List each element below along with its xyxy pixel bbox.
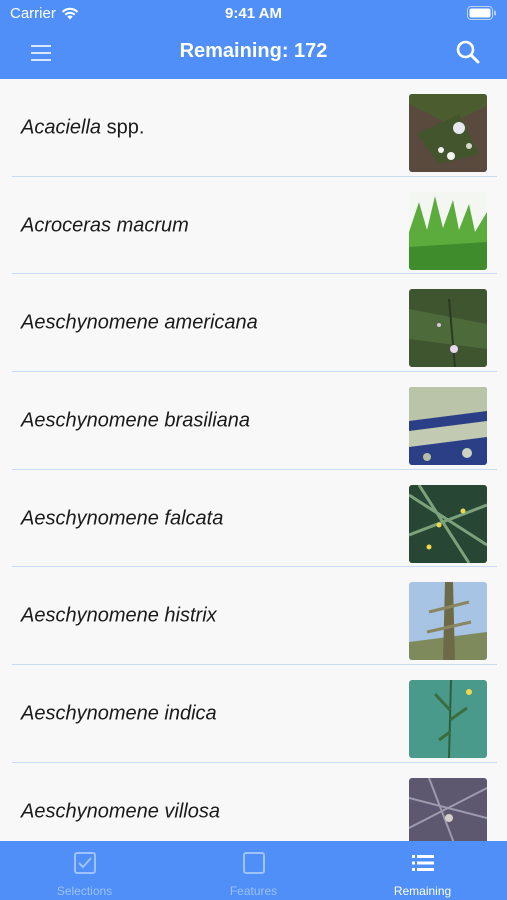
status-bar: Carrier 9:41 AM	[0, 0, 507, 28]
tab-remaining[interactable]: Remaining	[338, 841, 507, 900]
species-list: Acaciella spp. Acroceras macrum Aeschyno…	[0, 79, 507, 841]
list-item[interactable]: Acaciella spp.	[0, 79, 507, 177]
species-thumbnail	[409, 191, 487, 270]
tab-label: Remaining	[393, 884, 452, 898]
species-name: Aeschynomene villosa	[21, 800, 220, 823]
species-name: Aeschynomene histrix	[21, 604, 217, 627]
species-thumbnail	[409, 680, 487, 759]
list-item[interactable]: Aeschynomene americana	[0, 274, 507, 372]
list-item[interactable]: Aeschynomene villosa	[0, 763, 507, 841]
tab-label: Features	[229, 884, 278, 898]
species-name: Aeschynomene indica	[21, 702, 217, 725]
species-thumbnail	[409, 94, 487, 172]
species-thumbnail	[409, 289, 487, 368]
species-name: Aeschynomene americana	[21, 311, 258, 334]
checkbox-icon	[73, 852, 96, 874]
species-thumbnail	[409, 777, 487, 841]
species-thumbnail	[409, 484, 487, 563]
species-name: Acroceras macrum	[21, 214, 189, 237]
list-item[interactable]: Aeschynomene falcata	[0, 470, 507, 568]
tab-bar: Selections Features Remaining	[0, 841, 507, 900]
battery-icon	[467, 6, 496, 20]
species-thumbnail	[409, 387, 487, 466]
tab-selections[interactable]: Selections	[0, 841, 169, 900]
species-thumbnail	[409, 582, 487, 661]
search-icon[interactable]	[455, 39, 481, 65]
list-item[interactable]: Aeschynomene histrix	[0, 567, 507, 665]
species-name: Aeschynomene brasiliana	[21, 409, 251, 432]
species-name: Acaciella spp.	[21, 116, 145, 139]
status-time: 9:41 AM	[225, 5, 282, 22]
square-icon	[242, 852, 265, 874]
tab-features[interactable]: Features	[169, 841, 338, 900]
list-icon	[411, 855, 434, 871]
species-name: Aeschynomene falcata	[21, 507, 224, 530]
list-item[interactable]: Aeschynomene indica	[0, 665, 507, 763]
list-item[interactable]: Aeschynomene brasiliana	[0, 372, 507, 470]
app-header: Carrier 9:41 AM Remaining: 172	[0, 0, 507, 79]
list-item[interactable]: Acroceras macrum	[0, 177, 507, 275]
nav-bar: Remaining: 172	[0, 30, 507, 76]
page-title: Remaining: 172	[179, 40, 328, 62]
tab-label: Selections	[56, 884, 113, 898]
